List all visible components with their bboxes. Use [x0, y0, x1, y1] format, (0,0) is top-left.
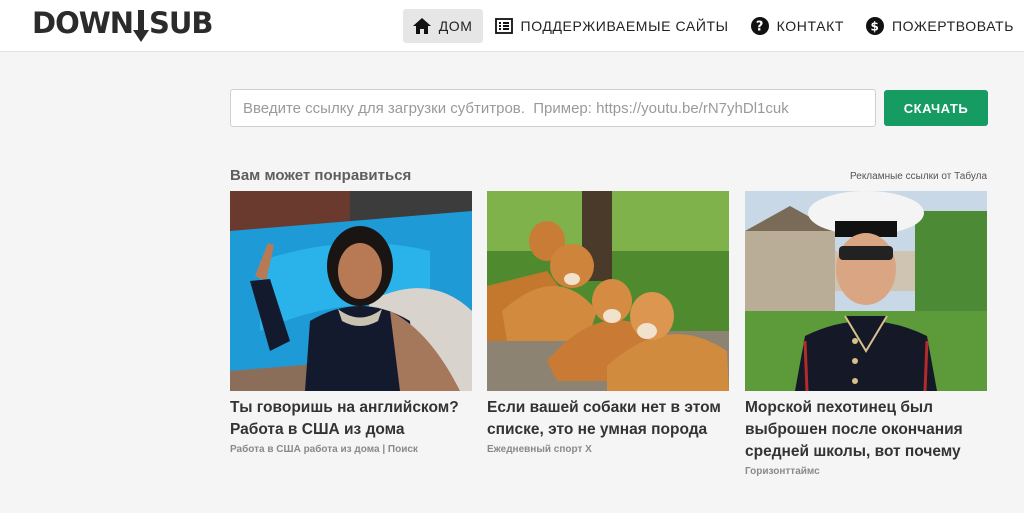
nav-label-supported-sites: ПОДДЕРЖИВАЕМЫЕ САЙТЫ	[520, 18, 729, 34]
subtitle-download-form: СКАЧАТЬ	[230, 89, 988, 127]
nav-label-home: ДОМ	[438, 18, 473, 34]
url-input[interactable]	[230, 89, 876, 127]
svg-text:?: ?	[756, 20, 764, 35]
nav-label-contact: КОНТАКТ	[776, 18, 844, 34]
nav-item-supported-sites[interactable]: ПОДДЕРЖИВАЕМЫЕ САЙТЫ	[485, 9, 739, 43]
card-source: Работа в США работа из дома | Поиск	[230, 444, 418, 455]
card-headline[interactable]: Морской пехотинец был выброшен после око…	[745, 397, 987, 463]
card-headline[interactable]: Если вашей собаки нет в этом списке, это…	[487, 397, 729, 441]
card-source: Ежедневный спорт X	[487, 444, 592, 455]
card-image-marine[interactable]	[745, 191, 987, 391]
main-nav: ДОМ ПОДДЕРЖИВАЕМЫЕ САЙТЫ ? КОНТАКТ $ ПОЖ…	[401, 9, 1024, 43]
top-navigation-bar: DOWN SUB ДОМ ПОДДЕРЖИВАЕМЫЕ САЙТЫ ? КОНТ…	[0, 0, 1024, 52]
sponsored-links-label[interactable]: Рекламные ссылки от Табула	[850, 171, 987, 182]
card-headline[interactable]: Ты говоришь на английском? Работа в США …	[230, 397, 472, 441]
nav-label-donate: ПОЖЕРТВОВАТЬ	[892, 18, 1014, 34]
downsub-logo[interactable]: DOWN SUB	[32, 6, 214, 46]
nav-item-contact[interactable]: ? КОНТАКТ	[741, 9, 854, 43]
recommendation-card[interactable]: Морской пехотинец был выброшен после око…	[745, 191, 987, 477]
home-icon	[412, 18, 431, 34]
svg-text:$: $	[871, 20, 880, 34]
card-image-dogs[interactable]	[487, 191, 729, 391]
card-image-selfie[interactable]	[230, 191, 472, 391]
card-source: Горизонттаймс	[745, 466, 820, 477]
recommendation-card[interactable]: Если вашей собаки нет в этом списке, это…	[487, 191, 729, 455]
recommendations-title: Вам может понравиться	[230, 167, 412, 184]
dollar-icon: $	[866, 17, 884, 35]
nav-item-donate[interactable]: $ ПОЖЕРТВОВАТЬ	[856, 9, 1024, 43]
nav-item-home[interactable]: ДОМ	[402, 9, 483, 43]
list-icon	[494, 18, 513, 34]
logo-text-down: DOWN	[32, 6, 134, 40]
logo-text-sub: SUB	[148, 6, 214, 40]
logo-arrow-icon	[132, 6, 149, 44]
help-icon: ?	[750, 17, 769, 35]
recommendation-card[interactable]: Ты говоришь на английском? Работа в США …	[230, 191, 472, 455]
download-button[interactable]: СКАЧАТЬ	[884, 90, 988, 126]
